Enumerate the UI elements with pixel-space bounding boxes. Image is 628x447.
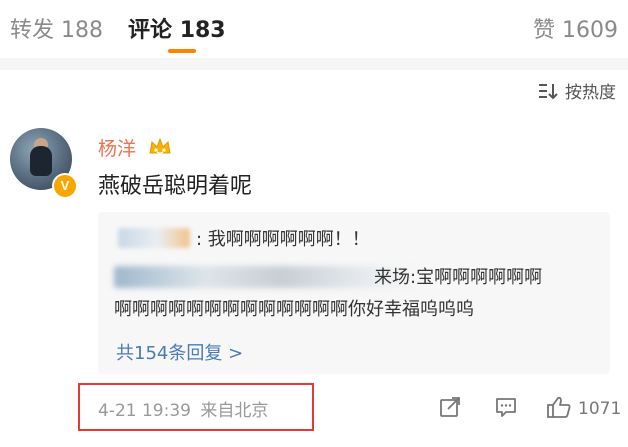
reply-username-blurred [118,228,190,248]
tab-likes-count: 1609 [562,18,618,43]
tab-comments-label: 评论 [128,18,173,43]
comment-meta: 4-21 19:39 来自北京 [98,396,268,421]
active-tab-indicator [168,49,196,53]
tab-comments[interactable]: 评论 183 [128,12,226,44]
like-icon [546,395,572,423]
comment-text: 燕破岳聪明着呢 [98,174,253,199]
replies-box[interactable]: : 我啊啊啊啊啊啊！！ 来场:宝啊啊啊啊啊啊 啊啊啊啊啊啊啊啊啊啊啊啊啊你好幸福… [98,212,610,374]
section-divider [0,58,628,70]
tab-repost-label: 转发 [10,18,55,43]
sort-icon [537,82,559,100]
verified-badge-icon: V [52,173,78,199]
sort-by-hot-button[interactable]: 按热度 [537,78,616,103]
sort-label: 按热度 [565,83,616,103]
tab-likes-label: 赞 [532,18,555,43]
comment-meta-highlight: 4-21 19:39 来自北京 [78,383,314,431]
reply-text: : 我啊啊啊啊啊啊！！ [196,229,370,250]
tab-comments-count: 183 [179,18,226,43]
share-icon [438,395,462,423]
tab-repost[interactable]: 转发 188 [10,12,103,44]
tab-likes[interactable]: 赞 1609 [533,12,618,44]
comment-location: 来自北京 [200,401,269,421]
view-all-replies-link[interactable]: 共154条回复 > [116,339,243,365]
share-button[interactable] [438,395,462,423]
comment-date: 4-21 19:39 [98,401,191,421]
reply-text-line2: 啊啊啊啊啊啊啊啊啊啊啊啊啊你好幸福呜呜呜 [114,299,474,320]
comment-tabs: 转发 188 评论 183 赞 1609 [0,0,628,56]
crown-icon [148,137,172,161]
like-button[interactable]: 1071 [546,395,621,423]
tab-repost-count: 188 [61,18,104,43]
comment-icon [494,395,518,423]
reply-button[interactable] [494,395,518,423]
comment-username[interactable]: 杨洋 [98,134,136,161]
avatar-figure [30,146,52,176]
like-count: 1071 [578,399,622,419]
reply-username-blurred [114,266,418,288]
reply-text-line1: 来场:宝啊啊啊啊啊啊 [374,267,543,288]
